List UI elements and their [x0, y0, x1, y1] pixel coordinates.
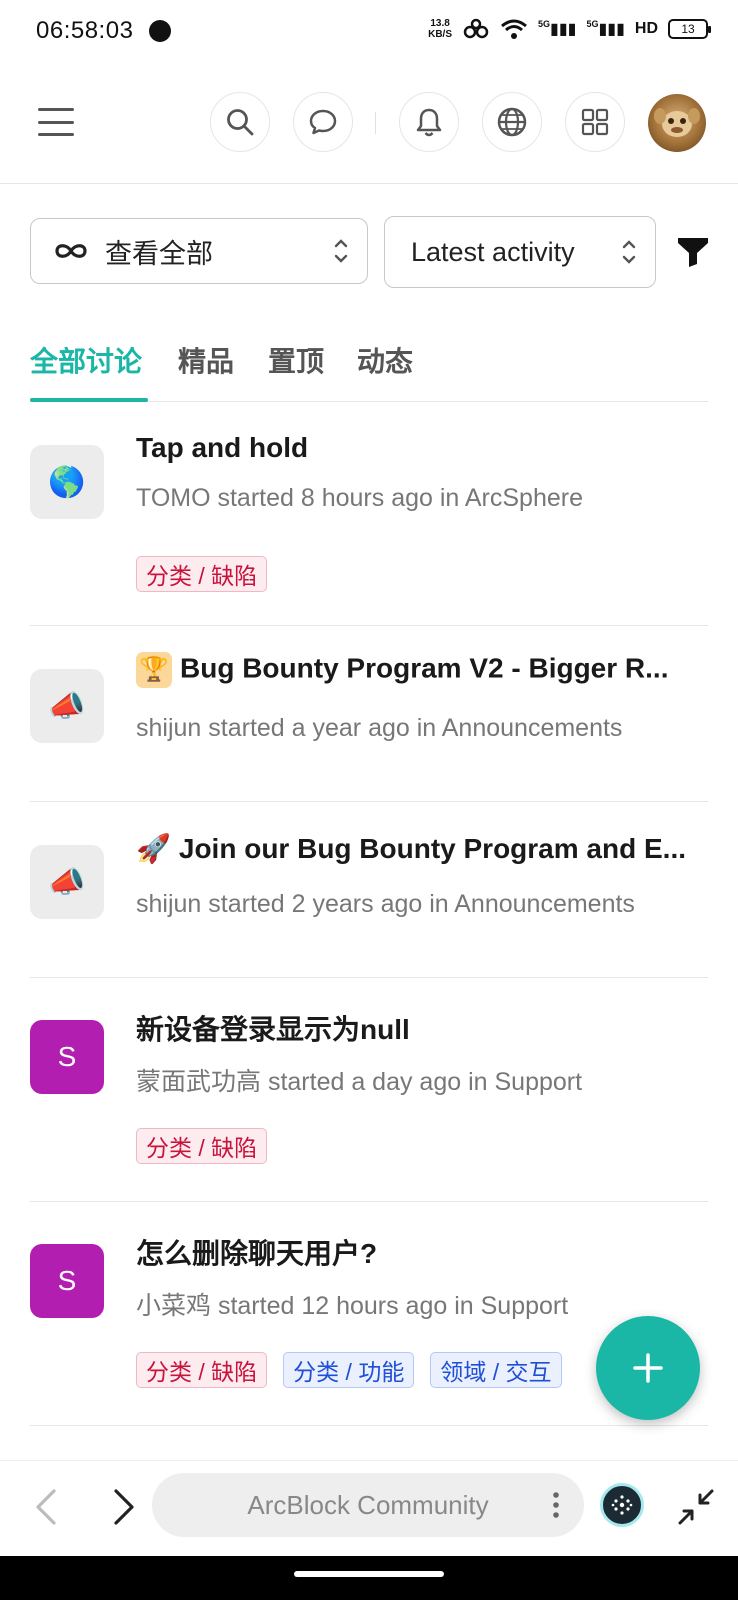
- discussion-title[interactable]: Tap and hold: [136, 432, 308, 464]
- net-speed: 13.8 KB/S: [428, 18, 452, 40]
- extension-icon[interactable]: [600, 1483, 644, 1527]
- status-bar: 06:58:03 13.8 KB/S 5G▮▮▮ 5G▮▮▮ HD 13: [0, 0, 738, 62]
- tab-activity[interactable]: 动态: [357, 340, 413, 380]
- notifications-button[interactable]: [399, 92, 459, 152]
- discussion-meta: shijun started a year ago in Announcemen…: [136, 714, 623, 742]
- search-button[interactable]: [210, 92, 270, 152]
- hotspot-icon: [463, 18, 489, 39]
- discussion-title[interactable]: 新设备登录显示为null: [136, 1008, 410, 1048]
- scope-label: 查看全部: [105, 238, 213, 269]
- tag[interactable]: 领域 / 交互: [430, 1352, 562, 1388]
- discussion-meta: TOMO started 8 hours ago in ArcSphere: [136, 484, 583, 512]
- system-navigation-bar: [0, 1556, 738, 1600]
- tag-list: 分类 / 缺陷: [136, 1128, 268, 1164]
- discussion-item[interactable]: 🌎 Tap and hold TOMO started 8 hours ago …: [30, 404, 708, 626]
- tag[interactable]: 分类 / 缺陷: [136, 1128, 268, 1164]
- forward-arrow-icon[interactable]: [112, 1487, 136, 1527]
- avatar-image: [654, 108, 700, 137]
- tab-pinned[interactable]: 置顶: [268, 340, 324, 380]
- select-arrows-icon: [334, 239, 348, 263]
- infinity-icon: [55, 244, 87, 258]
- tag-list: 分类 / 缺陷: [136, 556, 268, 592]
- browser-bar: ArcBlock Community: [0, 1460, 738, 1556]
- filter-row: 查看全部 Latest activity: [30, 216, 720, 288]
- notification-dot-icon: [149, 20, 172, 42]
- net-speed-value: 13.8: [430, 18, 450, 29]
- discussion-title[interactable]: 🚀 Join our Bug Bounty Program and E...: [136, 832, 686, 865]
- status-time: 06:58:03: [36, 17, 134, 44]
- support-avatar: S: [30, 1020, 104, 1094]
- page-title: ArcBlock Community: [247, 1489, 489, 1520]
- discussion-title-text: Join our Bug Bounty Program and E...: [178, 833, 687, 864]
- collapse-icon[interactable]: [676, 1487, 716, 1527]
- tag[interactable]: 分类 / 缺陷: [136, 1352, 268, 1388]
- filter-funnel-icon[interactable]: [676, 234, 710, 268]
- home-gesture-handle[interactable]: [294, 1571, 444, 1577]
- globe-icon: [497, 107, 527, 137]
- language-button[interactable]: [482, 92, 542, 152]
- nav-divider: [375, 112, 376, 134]
- more-vertical-icon[interactable]: [552, 1490, 560, 1520]
- discussion-title-text: Bug Bounty Program V2 - Bigger R...: [180, 652, 669, 684]
- apps-icon: [581, 108, 609, 136]
- address-bar[interactable]: ArcBlock Community: [152, 1473, 584, 1537]
- discussion-title[interactable]: 怎么删除聊天用户?: [136, 1232, 377, 1272]
- dots-logo-icon: [611, 1495, 633, 1515]
- search-icon: [227, 109, 254, 136]
- scope-select[interactable]: 查看全部: [30, 218, 368, 284]
- discussion-tabs: 全部讨论 精品 置顶 动态: [30, 322, 708, 402]
- tab-featured[interactable]: 精品: [178, 340, 234, 380]
- select-arrows-icon: [622, 240, 636, 264]
- hd-indicator: HD: [634, 20, 658, 37]
- discussion-meta: 蒙面武功高 started a day ago in Support: [136, 1068, 583, 1096]
- plus-icon: [633, 1353, 663, 1383]
- net-speed-unit: KB/S: [428, 29, 453, 40]
- signal-2: 5G▮▮▮: [586, 19, 625, 38]
- back-arrow-icon[interactable]: [34, 1487, 58, 1527]
- rocket-icon: 🚀: [136, 833, 171, 864]
- wifi-icon: [501, 19, 527, 39]
- signal-1: 5G▮▮▮: [538, 19, 577, 38]
- active-tab-indicator: [30, 398, 148, 402]
- chat-button[interactable]: [293, 92, 353, 152]
- sort-select[interactable]: Latest activity: [384, 216, 656, 288]
- tab-all-discussions[interactable]: 全部讨论: [30, 340, 142, 380]
- discussion-meta: shijun started 2 years ago in Announceme…: [136, 890, 635, 918]
- discussion-item[interactable]: S 新设备登录显示为null 蒙面武功高 started a day ago i…: [30, 978, 708, 1202]
- discussion-item[interactable]: 📣 🚀 Join our Bug Bounty Program and E... …: [30, 802, 708, 978]
- menu-icon[interactable]: [38, 108, 74, 136]
- globe-emoji-icon: 🌎: [30, 445, 104, 519]
- user-avatar[interactable]: [648, 94, 706, 152]
- chat-icon: [309, 109, 337, 135]
- battery-icon: 13: [668, 19, 711, 39]
- tag-list: 分类 / 缺陷 分类 / 功能 领域 / 交互: [136, 1352, 562, 1388]
- discussion-title[interactable]: 🏆 Bug Bounty Program V2 - Bigger R...: [136, 652, 668, 688]
- megaphone-icon: 📣: [30, 845, 104, 919]
- apps-button[interactable]: [565, 92, 625, 152]
- megaphone-icon: 📣: [30, 669, 104, 743]
- discussion-meta: 小菜鸡 started 12 hours ago in Support: [136, 1292, 569, 1320]
- trophy-icon: 🏆: [136, 652, 172, 688]
- bell-icon: [416, 108, 442, 137]
- tag[interactable]: 分类 / 功能: [283, 1352, 415, 1388]
- status-indicators: 13.8 KB/S 5G▮▮▮ 5G▮▮▮ HD 13: [428, 18, 711, 40]
- new-discussion-button[interactable]: [596, 1316, 700, 1420]
- discussion-item[interactable]: 📣 🏆 Bug Bounty Program V2 - Bigger R... s…: [30, 626, 708, 802]
- sort-label: Latest activity: [411, 236, 575, 267]
- tag[interactable]: 分类 / 缺陷: [136, 556, 268, 592]
- support-avatar: S: [30, 1244, 104, 1318]
- top-nav: [0, 62, 738, 184]
